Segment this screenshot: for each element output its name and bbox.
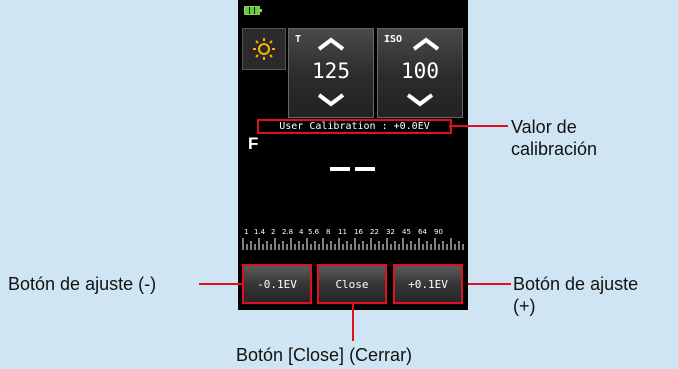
calibration-callout-line1: Valor de [511,117,577,137]
plus-callout-line2: (+) [513,296,536,316]
plus-callout-line1: Botón de ajuste [513,274,639,294]
plus-button-callout: Botón de ajuste (+) [513,273,638,317]
calibration-callout-line2: calibración [511,139,598,159]
calibration-callout: Valor de calibración [511,116,597,160]
minus-button-callout: Botón de ajuste (-) [8,274,157,294]
close-button-callout: Botón [Close] (Cerrar) [236,345,413,365]
